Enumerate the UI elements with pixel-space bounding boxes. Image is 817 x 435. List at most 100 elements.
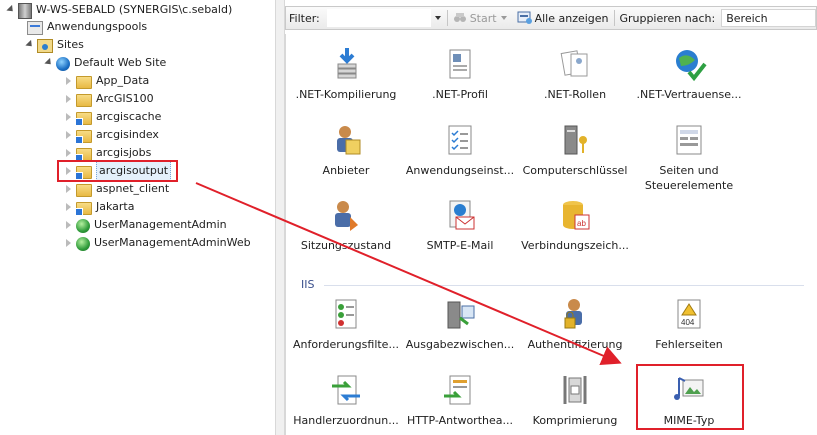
filter-input[interactable] (326, 9, 431, 27)
authentication-icon (557, 296, 593, 332)
annotation-highlight-box (57, 160, 178, 182)
feature-label: Verbindungszeich... (521, 239, 629, 252)
collapse-arrow-icon[interactable] (44, 54, 53, 72)
feature-net-compilation[interactable]: .NET-Kompilierung (286, 46, 406, 102)
feature-label: Handlerzuordnun... (293, 414, 399, 427)
tree-node-arcgis100[interactable]: ArcGIS100 (64, 90, 154, 108)
expand-arrow-icon[interactable] (64, 216, 73, 234)
tree-node-aspnet-client[interactable]: aspnet_client (64, 180, 169, 198)
tree-node-usermanagementadminweb[interactable]: UserManagementAdminWeb (64, 234, 251, 252)
expand-arrow-icon[interactable] (64, 126, 73, 144)
feature-net-profile[interactable]: .NET-Profil (400, 46, 520, 102)
tree-node-label: UserManagementAdminWeb (94, 236, 251, 249)
folder-icon (76, 76, 92, 89)
connections-tree: W-WS-SEBALD (SYNERGIS\c.sebald) Anwendun… (0, 0, 275, 435)
globe-icon (76, 236, 90, 251)
chevron-down-icon[interactable] (434, 16, 441, 20)
tree-node-default-web-site[interactable]: Default Web Site (44, 54, 166, 72)
expand-arrow-icon[interactable] (64, 180, 73, 198)
features-view: Filter: Start Alle anzeigen Gruppieren n… (285, 0, 817, 435)
feature-net-roles[interactable]: .NET-Rollen (515, 46, 635, 102)
tree-node-label: W-WS-SEBALD (SYNERGIS\c.sebald) (36, 3, 233, 16)
feature-request-filtering[interactable]: Anforderungsfilte... (286, 296, 406, 352)
expand-arrow-icon[interactable] (64, 234, 73, 252)
handler-mappings-icon (328, 372, 364, 408)
app-pool-icon (27, 21, 43, 35)
tree-node-app-data[interactable]: App_Data (64, 72, 149, 90)
feature-label: SMTP-E-Mail (426, 239, 494, 252)
tree-node-arcgisindex[interactable]: arcgisindex (64, 126, 159, 144)
collapse-arrow-icon[interactable] (6, 1, 15, 19)
feature-label: Anbieter (322, 164, 370, 177)
tree-node-label: ArcGIS100 (96, 92, 154, 105)
tree-node-app-pools[interactable]: Anwendungspools (27, 18, 147, 36)
expand-arrow-icon[interactable] (64, 90, 73, 108)
tree-node-jakarta[interactable]: Jakarta (64, 198, 134, 216)
feature-label: .NET-Profil (432, 88, 488, 101)
feature-pages-controls[interactable]: Seiten und Steuerelemente (629, 122, 749, 193)
group-by-label: Gruppieren nach: (619, 11, 716, 25)
feature-output-caching[interactable]: Ausgabezwischen... (400, 296, 520, 352)
filter-label: Filter: (289, 11, 320, 25)
tree-node-label: Jakarta (96, 200, 135, 213)
globe-icon (76, 218, 90, 233)
feature-label: Seiten und Steuerelemente (644, 164, 734, 192)
feature-net-trust[interactable]: .NET-Vertrauense... (629, 46, 749, 102)
tree-node-usermanagementadmin[interactable]: UserManagementAdmin (64, 216, 227, 234)
feature-label: HTTP-Antworthea... (407, 414, 513, 427)
output-caching-icon (442, 296, 478, 332)
net-roles-icon (557, 46, 593, 82)
machine-key-icon (557, 122, 593, 158)
chevron-down-icon[interactable] (500, 16, 507, 20)
feature-providers[interactable]: Anbieter (286, 122, 406, 178)
feature-error-pages[interactable]: 404 Fehlerseiten (629, 296, 749, 352)
providers-icon (328, 122, 364, 158)
pages-controls-icon (671, 122, 707, 158)
expand-arrow-icon[interactable] (64, 72, 73, 90)
feature-http-headers[interactable]: HTTP-Antworthea... (400, 372, 520, 428)
tree-node-label: Default Web Site (74, 56, 167, 69)
feature-handler-mappings[interactable]: Handlerzuordnun... (286, 372, 406, 428)
feature-compression[interactable]: Komprimierung (515, 372, 635, 428)
feature-app-settings[interactable]: Anwendungseinst... (400, 122, 520, 178)
feature-label: Anforderungsfilte... (293, 338, 399, 351)
tree-node-sites[interactable]: Sites (25, 36, 84, 54)
feature-label: Komprimierung (532, 414, 618, 427)
request-filtering-icon (328, 296, 364, 332)
expand-arrow-icon[interactable] (64, 108, 73, 126)
collapse-arrow-icon[interactable] (25, 36, 34, 54)
feature-label: Authentifizierung (527, 338, 623, 351)
binoculars-icon (453, 13, 466, 22)
expand-arrow-icon[interactable] (64, 198, 73, 216)
net-profile-icon (442, 46, 478, 82)
feature-authentication[interactable]: Authentifizierung (515, 296, 635, 352)
tree-node-label: arcgiscache (96, 110, 162, 123)
group-by-select[interactable]: Bereich (721, 9, 816, 27)
toolbar-separator (446, 10, 448, 26)
tree-node-arcgiscache[interactable]: arcgiscache (64, 108, 161, 126)
server-icon (18, 2, 32, 19)
feature-connection-strings[interactable]: ab Verbindungszeich... (515, 197, 635, 253)
error-pages-icon: 404 (671, 296, 707, 332)
tree-node-label: Sites (57, 38, 84, 51)
feature-label: Anwendungseinst... (405, 164, 515, 177)
show-all-button[interactable]: Alle anzeigen (514, 7, 612, 29)
show-all-label: Alle anzeigen (534, 11, 609, 25)
tree-node-server[interactable]: W-WS-SEBALD (SYNERGIS\c.sebald) (6, 1, 232, 19)
feature-session-state[interactable]: Sitzungszustand (286, 197, 406, 253)
feature-smtp-email[interactable]: SMTP-E-Mail (400, 197, 520, 253)
tree-node-label: Anwendungspools (47, 20, 148, 33)
globe-icon (56, 56, 70, 71)
pane-splitter[interactable] (275, 0, 285, 435)
tree-node-label: App_Data (96, 74, 150, 87)
section-divider (324, 285, 804, 286)
svg-text:ab: ab (577, 219, 586, 228)
start-button[interactable]: Start (450, 7, 514, 29)
feature-label: Fehlerseiten (655, 338, 723, 351)
net-trust-icon (671, 46, 707, 82)
net-compilation-icon (328, 46, 364, 82)
toolbar-separator (613, 10, 615, 26)
sites-folder-icon (37, 39, 53, 53)
compression-icon (557, 372, 593, 408)
feature-machine-key[interactable]: Computerschlüssel (515, 122, 635, 178)
